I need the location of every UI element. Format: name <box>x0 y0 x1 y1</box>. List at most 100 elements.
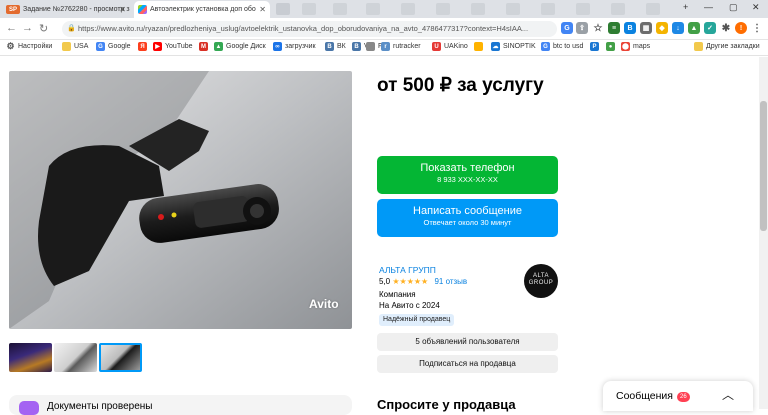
google-g-icon[interactable]: G <box>561 22 573 34</box>
lock-icon: 🔒 <box>67 25 76 32</box>
forward-icon[interactable]: → <box>22 22 33 34</box>
close-icon[interactable]: ✕ <box>119 5 126 14</box>
window-close-icon[interactable]: ✕ <box>752 2 760 13</box>
tab-avito[interactable]: Автоэлектрик установка доп обо ✕ <box>134 1 270 18</box>
write-message-button[interactable]: Написать сообщение Отвечает около 30 мин… <box>377 199 558 237</box>
tab-mini[interactable] <box>611 3 625 15</box>
menu-dots-icon[interactable]: ⋮ <box>751 22 763 34</box>
bookmark-other[interactable]: Другие закладки <box>694 42 760 51</box>
tab-mini[interactable] <box>576 3 590 15</box>
uakino-icon: U <box>432 42 441 51</box>
messenger-widget[interactable]: Сообщения 26 ︿ <box>603 381 753 411</box>
close-icon[interactable]: ✕ <box>259 5 266 14</box>
page-content: Avito от 500 ₽ за услугу Показать телефо… <box>0 57 768 415</box>
extension-icon[interactable]: ✓ <box>704 22 716 34</box>
bookmark-btc[interactable]: Gbtc to usd <box>541 42 583 51</box>
bookmark-p[interactable]: P <box>590 42 602 51</box>
tab-mini[interactable] <box>401 3 415 15</box>
extension-icon[interactable]: ↓ <box>672 22 684 34</box>
bookmark-f[interactable]: F <box>366 42 382 51</box>
bookmark-yandex[interactable]: Я <box>138 42 150 51</box>
page-scrollbar[interactable] <box>759 57 768 409</box>
bookmark-google-drive[interactable]: ▲ Google Диск <box>214 42 266 51</box>
bookmark-google[interactable]: G Google <box>96 42 131 51</box>
bookmark-loader[interactable]: ∞ загрузчик <box>273 42 316 51</box>
scrollbar-thumb[interactable] <box>760 101 767 231</box>
tab-mini[interactable] <box>436 3 450 15</box>
gear-icon: ⚙ <box>6 41 15 51</box>
tab-title: Автоэлектрик установка доп обо <box>150 6 256 13</box>
ask-seller-heading: Спросите у продавца <box>377 397 516 412</box>
back-icon[interactable]: ← <box>6 22 17 34</box>
tab-mini[interactable] <box>333 3 347 15</box>
tab-task[interactable]: SP Задание №2762280 - просмотр з ✕ <box>2 1 130 18</box>
documents-checked-label: Документы проверены <box>47 401 153 412</box>
bookmarks-bar: ⚙ Настройки USA G Google Я ▶ YouTube M ▲ Goo… <box>0 40 768 56</box>
tab-bar: SP Задание №2762280 - просмотр з ✕ Автоэ… <box>0 0 768 18</box>
google-icon: G <box>96 42 105 51</box>
maps-icon: ⬤ <box>621 42 630 51</box>
avito-watermark: Avito <box>309 297 339 311</box>
chevron-up-icon[interactable]: ︿ <box>722 386 734 403</box>
seller-listings-button[interactable]: 5 объявлений пользователя <box>377 333 558 351</box>
url-input[interactable]: 🔒 https://www.avito.ru/ryazan/predlozhen… <box>62 21 557 37</box>
bookmark-maps[interactable]: ⬤ maps <box>621 42 650 51</box>
download-icon: ∞ <box>273 42 282 51</box>
bookmark-gmail[interactable]: M <box>199 42 211 51</box>
bookmark-settings[interactable]: ⚙ Настройки <box>6 41 52 51</box>
seller-logo[interactable]: ALTA GROUP <box>524 264 558 298</box>
tab-title: Задание №2762280 - просмотр з <box>23 6 130 13</box>
share-icon[interactable]: ⇪ <box>576 22 588 34</box>
show-phone-button[interactable]: Показать телефон 8 933 XXX-XX-XX <box>377 156 558 194</box>
extension-icon[interactable]: ▦ <box>640 22 652 34</box>
price: от 500 ₽ за услугу <box>377 75 544 96</box>
f-icon <box>366 42 375 51</box>
tab-mini[interactable] <box>506 3 520 15</box>
reliable-seller-badge: Надёжный продавец <box>379 314 455 326</box>
tab-mini[interactable] <box>646 3 660 15</box>
reload-icon[interactable]: ↻ <box>39 22 48 35</box>
bookmark-youtube[interactable]: ▶ YouTube <box>153 42 193 51</box>
extension-icon[interactable]: ◆ <box>656 22 668 34</box>
url-text: https://www.avito.ru/ryazan/predlozheniy… <box>78 24 529 33</box>
minimize-icon[interactable]: — <box>704 2 713 12</box>
extension-icon[interactable]: ≡ <box>608 22 620 34</box>
pin-icon: ● <box>606 42 615 51</box>
extensions-puzzle-icon[interactable]: ✱ <box>720 22 732 34</box>
extension-icon[interactable]: B <box>624 22 636 34</box>
maximize-icon[interactable]: ▢ <box>729 2 738 13</box>
tab-mini[interactable] <box>302 3 316 15</box>
tab-mini[interactable] <box>276 3 290 15</box>
bookmark-vk[interactable]: В ВК <box>325 42 346 51</box>
new-tab-icon[interactable]: + <box>683 2 688 12</box>
seller-since: На Авито с 2024 <box>379 301 440 310</box>
bookmark-pin[interactable]: ● <box>606 42 618 51</box>
tab-mini[interactable] <box>541 3 555 15</box>
thumbnail-selected[interactable] <box>99 343 142 372</box>
bookmark-rutracker[interactable]: r rutracker <box>381 42 421 51</box>
profile-avatar-icon[interactable]: ! <box>735 22 747 34</box>
bookmark-sinoptik[interactable]: ☁ SINOPTIK <box>491 42 536 51</box>
bookmark-ext[interactable] <box>474 42 486 51</box>
thumbnail[interactable] <box>9 343 52 372</box>
phone-mask: 8 933 XXX-XX-XX <box>437 175 498 184</box>
weather-icon: ☁ <box>491 42 500 51</box>
write-message-label: Написать сообщение <box>413 205 522 217</box>
tab-mini[interactable] <box>366 3 380 15</box>
subscribe-button[interactable]: Подписаться на продавца <box>377 355 558 373</box>
thumbnail[interactable] <box>54 343 97 372</box>
dashcam-photo <box>9 71 352 329</box>
youtube-icon: ▶ <box>153 42 162 51</box>
main-photo[interactable]: Avito <box>9 71 352 329</box>
bookmark-uakino[interactable]: U UAKino <box>432 42 468 51</box>
seller-name-link[interactable]: АЛЬТА ГРУПП <box>379 265 436 275</box>
sp-favicon-icon: SP <box>6 5 20 14</box>
bookmark-star-icon[interactable]: ☆ <box>592 22 604 34</box>
yandex-icon: Я <box>138 42 147 51</box>
rating-stars-icon: ★★★★★ <box>392 277 429 286</box>
reviews-link[interactable]: 91 отзыв <box>434 277 467 286</box>
extension-icon[interactable]: ▲ <box>688 22 700 34</box>
tab-mini[interactable] <box>471 3 485 15</box>
folder-icon <box>62 42 71 51</box>
bookmark-usa[interactable]: USA <box>62 42 88 51</box>
